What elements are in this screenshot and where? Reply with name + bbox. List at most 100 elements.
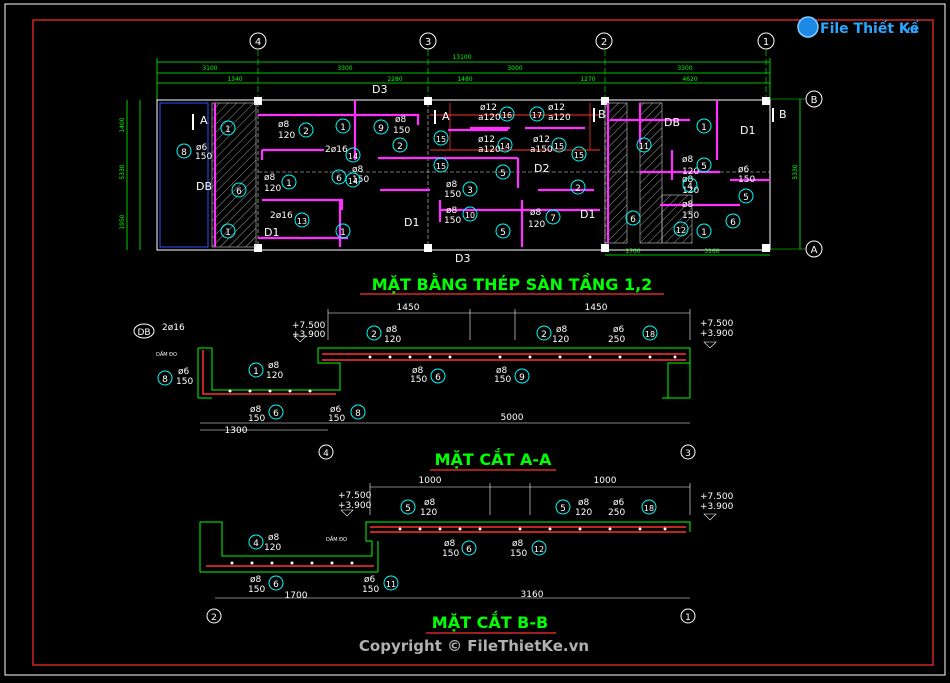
svg-text:5: 5 (701, 162, 707, 172)
bar-mark-5c: 5 (696, 157, 712, 173)
outer-frame (4, 3, 946, 676)
grid-bubble-a: A (805, 240, 823, 258)
svg-text:4: 4 (255, 37, 261, 48)
bar-mark-17: 17 (529, 106, 545, 122)
plan-dim-3: 3000 (507, 65, 522, 72)
svg-text:6: 6 (273, 409, 279, 419)
section-aa: 1450 1450 5000 1300 +7.500 +3.900 +7.500… (133, 303, 734, 471)
svg-text:17: 17 (532, 111, 542, 120)
svg-text:DB: DB (137, 328, 150, 338)
bar-mark-14c: 14 (497, 137, 513, 153)
svg-text:15: 15 (554, 142, 564, 151)
svg-text:6: 6 (336, 174, 342, 184)
section-bb-level-top-left: +7.500 (338, 491, 372, 501)
svg-text:150: 150 (328, 414, 345, 424)
plan-dim-left-3: 1950 (119, 214, 126, 229)
bar-mark-15b: 15 (433, 157, 449, 173)
svg-text:ø8: ø8 (682, 200, 694, 210)
svg-text:ø8: ø8 (446, 180, 458, 190)
svg-text:1: 1 (225, 228, 231, 238)
section-mark-a-top: A (192, 114, 208, 130)
section-bb-level-bottom-left: +3.900 (338, 501, 372, 511)
svg-text:150: 150 (682, 211, 699, 221)
logo-domain: .vn (900, 25, 917, 36)
svg-text:12: 12 (676, 226, 686, 235)
svg-text:1: 1 (701, 228, 707, 238)
bar-mark-6d: 6 (725, 213, 741, 229)
svg-text:8: 8 (181, 148, 187, 158)
svg-text:ø8: ø8 (556, 325, 568, 335)
svg-text:14: 14 (348, 177, 358, 186)
section-aa-bar-18: 18 (642, 325, 658, 341)
section-bb-bar-12: 12 (531, 540, 547, 556)
svg-text:ø8: ø8 (250, 575, 262, 585)
svg-text:2: 2 (303, 127, 309, 137)
section-bb-dim-3: 3160 (521, 590, 544, 600)
floor-plan: 13100 3100 3300 3000 3300 1340 2280 1480… (119, 32, 823, 295)
plan-dim-total: 13100 (452, 54, 471, 61)
section-aa-bar-6a: 6 (268, 404, 284, 420)
svg-text:120: 120 (384, 335, 401, 345)
svg-text:ø8: ø8 (682, 155, 694, 165)
section-bb-bar-5b: 5 (555, 499, 571, 515)
svg-text:250: 250 (608, 508, 625, 518)
bar-mark-14a: 14 (345, 147, 361, 163)
plan-dim-bottom-1: 1700 (625, 248, 640, 255)
bar-mark-1g: 1 (696, 223, 712, 239)
svg-text:6: 6 (730, 218, 736, 228)
svg-text:ø8: ø8 (268, 533, 280, 543)
svg-text:ø8: ø8 (386, 325, 398, 335)
plan-dim-7: 1480 (457, 76, 472, 83)
svg-text:5: 5 (405, 504, 411, 514)
svg-text:150: 150 (248, 585, 265, 595)
section-aa-annotations: ø8120 ø8120 ø6250 ø8120 ø6150 ø8150 ø615… (176, 325, 625, 424)
bar-mark-7: 7 (545, 209, 561, 225)
section-bb-level-bottom-right: +3.900 (700, 502, 734, 512)
grid-bubble-2: 2 (595, 32, 613, 50)
svg-text:1: 1 (225, 125, 231, 135)
svg-text:12: 12 (534, 545, 544, 554)
svg-text:5: 5 (500, 169, 506, 179)
section-mark-a-mid: A (434, 110, 450, 124)
svg-text:150: 150 (248, 414, 265, 424)
svg-text:4: 4 (687, 182, 693, 192)
section-bb-level-top-right: +7.500 (700, 492, 734, 502)
svg-text:150: 150 (362, 585, 379, 595)
svg-text:6: 6 (630, 215, 636, 225)
svg-text:ø12: ø12 (478, 135, 495, 145)
section-aa-dim-1: 1450 (397, 303, 420, 313)
svg-text:150: 150 (444, 190, 461, 200)
svg-text:14: 14 (348, 152, 358, 161)
section-bb-title: MẶT CẮT B-B (432, 611, 548, 632)
svg-text:150: 150 (510, 549, 527, 559)
svg-text:ø8: ø8 (444, 539, 456, 549)
svg-text:2: 2 (371, 330, 377, 340)
section-aa-level-top-right: +7.500 (700, 319, 734, 329)
slab-label-d2: D2 (534, 162, 549, 175)
section-aa-dim-3: 5000 (501, 413, 524, 423)
slab-label-d1-b: D1 (404, 216, 419, 229)
section-aa-beam-label: DẦM ĐO (156, 350, 177, 358)
svg-text:B: B (598, 108, 606, 121)
svg-text:3: 3 (467, 186, 473, 196)
svg-text:2ø16: 2ø16 (270, 211, 293, 221)
bar-mark-15a: 15 (433, 130, 449, 146)
svg-text:ø6: ø6 (613, 325, 625, 335)
plan-dim-9: 4620 (682, 76, 697, 83)
bar-mark-6c: 6 (625, 210, 641, 226)
svg-text:120: 120 (420, 508, 437, 518)
svg-text:3: 3 (685, 449, 691, 459)
svg-text:120: 120 (264, 543, 281, 553)
section-bb-bar-4: 4 (248, 534, 264, 550)
section-aa-bar-2a: 2 (366, 325, 382, 341)
slab-label-d3-bottom: D3 (455, 252, 470, 265)
section-bb-annotations: ø8120 ø8120 ø6250 ø8120 ø8150 ø6150 ø815… (248, 498, 625, 595)
svg-text:150: 150 (738, 175, 755, 185)
svg-text:150: 150 (410, 375, 427, 385)
section-aa-bar-9: 9 (514, 368, 530, 384)
svg-text:ø8: ø8 (530, 208, 542, 218)
section-aa-level-bottom-left: +3.900 (292, 330, 326, 340)
svg-text:ø6: ø6 (364, 575, 376, 585)
slab-label-db-right: DB (664, 116, 680, 129)
svg-text:15: 15 (436, 135, 446, 144)
